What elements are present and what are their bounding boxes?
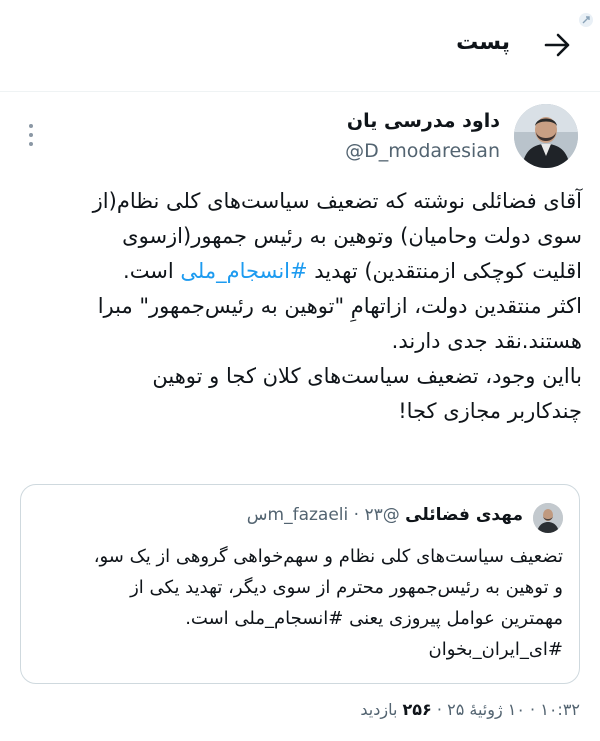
author-avatar-image	[514, 104, 578, 168]
view-count: ۲۵۶	[402, 700, 432, 719]
tweet-line: سوی دولت وحامیان) وتوهین به رئیس جمهور(ا…	[122, 224, 582, 248]
tweet-line: اکثر منتقدین دولت، ازاتهامِ "توهین به رئ…	[97, 294, 582, 318]
hashtag-link[interactable]: #انسجام_ملی	[180, 259, 307, 283]
tweet-line: بااین وجود، تضعیف سیاست‌های کلان کجا و ت…	[152, 364, 582, 388]
quote-avatar-image	[533, 503, 563, 533]
tweet-line: آقای فضائلی نوشته که تضعیف سیاست‌های کلی…	[92, 189, 582, 213]
tweet-line: اقلیت کوچکی ازمنتقدین) تهدید #انسجام_ملی…	[18, 254, 582, 289]
tweet-text-segment: است.	[123, 259, 181, 283]
quote-line: تضعیف سیاست‌های کلی نظام و سهم‌خواهی گرو…	[93, 546, 563, 567]
page-title: پست	[456, 30, 510, 55]
author-name[interactable]: داود مدرسی یان	[347, 110, 500, 132]
quote-author-name[interactable]: مهدی فضائلی	[405, 505, 523, 525]
back-arrow-icon[interactable]	[542, 30, 572, 60]
top-bar: پست	[0, 0, 600, 92]
quote-text: تضعیف سیاست‌های کلی نظام و سهم‌خواهی گرو…	[35, 541, 563, 665]
tweet-meta: ۱۰:۳۲ · ۱۰ ژوئیهٔ ۲۵ · ۲۵۶ بازدید	[360, 700, 580, 719]
meta-separator: ·	[436, 700, 442, 719]
quote-line: #ای_ایران_بخوان	[428, 639, 563, 660]
quote-header: مهدی فضائلی @m_fazaeli · ۲۳س	[247, 505, 523, 525]
quote-author-avatar[interactable]	[533, 503, 563, 533]
tweet-line: چندکاربر مجازی کجا!	[398, 399, 582, 423]
tweet-line: هستند.نقد جدی دارند.	[391, 329, 582, 353]
tweet-text: آقای فضائلی نوشته که تضعیف سیاست‌های کلی…	[18, 184, 582, 429]
quote-line: مهمترین عوامل پیروزی یعنی #انسجام_ملی اس…	[185, 608, 563, 629]
meta-separator: ·	[530, 700, 536, 719]
tweet-time[interactable]: ۱۰:۳۲	[540, 700, 580, 719]
tweet-text-segment: اقلیت کوچکی ازمنتقدین) تهدید	[307, 259, 582, 283]
view-count-label: بازدید	[360, 700, 398, 719]
quoted-tweet-card[interactable]: مهدی فضائلی @m_fazaeli · ۲۳س تضعیف سیاست…	[20, 484, 580, 684]
more-options-icon[interactable]	[26, 122, 36, 148]
feather-icon	[579, 13, 593, 27]
quote-line: و توهین به رئیس‌جمهور محترم از سوی دیگر،…	[130, 577, 563, 598]
author-handle[interactable]: @D_modaresian	[345, 140, 500, 162]
quote-separator: ·	[353, 505, 360, 525]
author-avatar[interactable]	[514, 104, 578, 168]
tweet-date[interactable]: ۱۰ ژوئیهٔ ۲۵	[447, 700, 525, 719]
